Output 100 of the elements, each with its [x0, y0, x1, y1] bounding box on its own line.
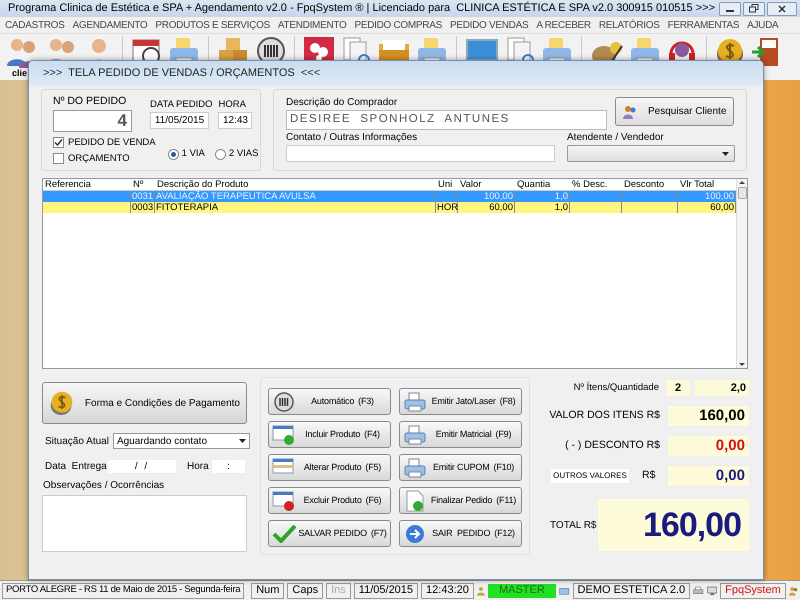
discount-label: ( - ) DESCONTO R$	[565, 438, 660, 454]
other-values-label: OUTROS VALORES	[550, 468, 630, 484]
order-number-field: 4	[53, 110, 132, 132]
seller-dropdown[interactable]	[567, 145, 735, 162]
action-button[interactable]: Alterar Produto (F5)	[268, 454, 391, 481]
status-time: 12:43:20	[421, 582, 474, 598]
radio-button[interactable]	[214, 149, 226, 160]
column-header[interactable]: % Desc.	[570, 179, 622, 190]
window-title: Programa Clinica de Estética e SPA + Agendamento v2.0 - FpqSystem ® | Licenciado para CLINICA ESTÉTICA E SPA v2.0 300915 010515 >>>	[8, 0, 715, 16]
status-dropdown[interactable]: Aguardando contato	[112, 433, 250, 449]
column-header[interactable]: Uni	[436, 179, 458, 190]
action-button[interactable]: Automático (F3)	[268, 388, 391, 415]
toolbar-label: clie	[11, 68, 28, 78]
delivery-date-field[interactable]: / /	[107, 459, 177, 474]
scroll-down-icon	[739, 363, 745, 366]
scrollbar[interactable]	[736, 179, 747, 368]
scroll-up-icon	[739, 181, 745, 184]
delivery-date-label: Data Entrega	[45, 460, 107, 474]
search-client-button[interactable]: Pesquisar Cliente	[615, 97, 734, 126]
menu-item[interactable]: AGENDAMENTO	[72, 18, 148, 32]
menu-item[interactable]: A RECEBER	[536, 18, 591, 32]
menu-item[interactable]: PRODUTOS E SERVIÇOS	[155, 18, 270, 32]
action-button[interactable]: Emitir Jato/Laser (F8)	[399, 388, 522, 415]
items-value-label: VALOR DOS ITENS R$	[549, 408, 660, 424]
status-date: 11/05/2015	[354, 582, 418, 598]
contact-label: Contato / Outras Informações	[286, 132, 418, 144]
delivery-time-field[interactable]: :	[211, 459, 246, 474]
brand-text: FpqSystem	[720, 582, 786, 598]
status-label: Situação Atual	[45, 434, 109, 448]
delivery-time-label: Hora	[187, 460, 210, 474]
column-header[interactable]: Referencia	[43, 179, 131, 190]
copies-radio[interactable]: 2 VIAS	[214, 147, 258, 162]
order-type-checkbox[interactable]: ORÇAMENTO	[53, 152, 156, 165]
column-header[interactable]: Descrição do Produto	[155, 179, 436, 190]
dialog-title: >>> TELA PEDIDO DE VENDAS / ORÇAMENTOS <<<	[43, 66, 320, 82]
table-cell: 1,0	[515, 202, 570, 213]
checkbox[interactable]	[53, 153, 64, 164]
action-button[interactable]: Excluir Produto (F6)	[268, 487, 391, 514]
order-date-label: DATA PEDIDO	[150, 99, 212, 111]
seller-label: Atendente / Vendedor	[567, 132, 665, 144]
menu-item[interactable]: ATENDIMENTO	[278, 18, 346, 32]
total-field: 160,00	[596, 498, 750, 552]
check-icon	[272, 524, 296, 542]
action-button[interactable]: SALVAR PEDIDO (F7)	[268, 520, 391, 547]
close-button[interactable]	[767, 2, 797, 16]
dropdown-arrow-icon	[722, 152, 729, 156]
restore-button[interactable]	[743, 2, 765, 16]
menu-item[interactable]: PEDIDO COMPRAS	[354, 18, 442, 32]
key-indicator: Ins	[326, 582, 351, 598]
table-row[interactable]: 0003 FITOTERAPIA HOR 60,00 1,0 60,00	[43, 202, 736, 213]
other-values-field: 0,00	[667, 465, 750, 487]
checkmark-icon	[54, 138, 63, 147]
order-time-field: 12:43	[218, 112, 252, 129]
printer-icon	[404, 424, 426, 444]
menu-item[interactable]: AJUDA	[747, 18, 778, 32]
radio-button[interactable]	[168, 149, 179, 160]
restore-icon	[749, 4, 759, 13]
item-count-label: Nº Ítens/Quantidade	[574, 380, 659, 395]
scrollbar-thumb[interactable]	[738, 187, 746, 199]
action-button[interactable]: SAIR PEDIDO (F12)	[399, 520, 522, 547]
table-cell: 60,00	[458, 202, 515, 213]
action-button[interactable]: Emitir Matricial (F9)	[399, 421, 522, 448]
dropdown-arrow-icon	[239, 439, 246, 443]
payment-button[interactable]: Forma e Condições de Pagamento	[42, 382, 247, 424]
order-type-checkbox[interactable]: PEDIDO DE VENDA	[53, 136, 156, 149]
column-header[interactable]: Vlr Total	[678, 179, 736, 190]
user-indicator: MASTER	[488, 584, 556, 598]
key-indicator: Num	[251, 582, 284, 598]
copies-radio[interactable]: 1 VIA	[168, 147, 205, 162]
action-button[interactable]: Incluir Produto (F4)	[268, 421, 391, 448]
menu-item[interactable]: CADASTROS	[5, 18, 65, 32]
document-check-icon	[406, 490, 424, 512]
menu-item[interactable]: PEDIDO VENDAS	[450, 18, 528, 32]
menu-item[interactable]: FERRAMENTAS	[668, 18, 740, 32]
column-header[interactable]: Nº	[131, 179, 155, 190]
printer-icon	[404, 392, 426, 412]
column-header[interactable]: Quantia	[515, 179, 570, 190]
menu-item[interactable]: RELATÓRIOS	[598, 18, 660, 32]
minimize-icon	[726, 10, 734, 12]
database-name: DEMO ESTETICA 2.0	[572, 582, 690, 598]
minimize-button[interactable]	[719, 2, 741, 16]
location-date-text: PORTO ALEGRE - RS 11 de Maio de 2015 - Segunda-feira	[2, 582, 244, 598]
notes-field[interactable]	[42, 495, 247, 552]
printer-icon	[404, 458, 426, 478]
action-button[interactable]: Emitir CUPOM (F10)	[399, 454, 522, 481]
action-button[interactable]: Finalizar Pedido (F11)	[399, 487, 522, 514]
table-remove-icon	[272, 490, 296, 510]
order-time-label: HORA	[218, 99, 247, 111]
order-number-label: Nº DO PEDIDO	[53, 95, 128, 108]
contact-field[interactable]	[286, 145, 555, 162]
total-label: TOTAL R$	[550, 518, 596, 532]
column-header[interactable]: Valor	[458, 179, 515, 190]
buyer-name-field: DESIREE SPONHOLZ ANTUNES	[286, 110, 607, 130]
other-currency-label: R$	[642, 468, 656, 484]
close-icon	[778, 4, 786, 12]
checkbox[interactable]	[53, 137, 64, 148]
monitor-icon[interactable]	[706, 584, 718, 598]
item-count-field: 2	[665, 379, 691, 397]
key-indicator: Caps	[287, 582, 324, 598]
column-header[interactable]: Desconto	[622, 179, 678, 190]
